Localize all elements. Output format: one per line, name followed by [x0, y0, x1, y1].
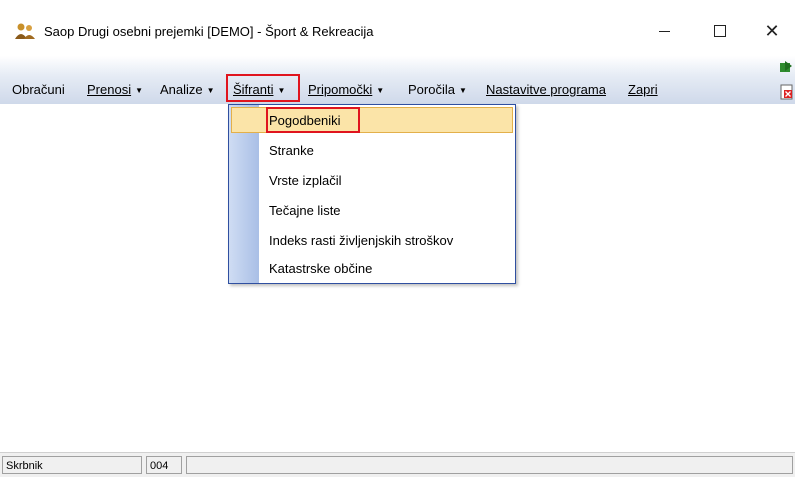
menu-porocila[interactable]: Poročila ▼	[408, 82, 467, 97]
sifranti-dropdown: Pogodbeniki Stranke Vrste izplačil Tečaj…	[228, 104, 516, 284]
menu-label: Analize	[160, 82, 203, 97]
minimize-icon	[658, 30, 670, 32]
status-code: 004	[146, 456, 182, 474]
status-user: Skrbnik	[2, 456, 142, 474]
menu-pripomocki[interactable]: Pripomočki ▼	[308, 82, 384, 97]
chevron-down-icon: ▼	[376, 86, 385, 95]
maximize-icon	[714, 25, 726, 37]
menu-nastavitve-programa[interactable]: Nastavitve programa	[486, 82, 606, 97]
menu-prenosi[interactable]: Prenosi ▼	[87, 82, 143, 97]
chevron-down-icon: ▼	[458, 86, 467, 95]
dropdown-item-stranke[interactable]: Stranke	[269, 143, 314, 158]
menu-analize[interactable]: Analize ▼	[160, 82, 215, 97]
people-icon	[15, 23, 35, 39]
status-message	[186, 456, 793, 474]
green-arrow-icon[interactable]	[779, 60, 793, 74]
close-icon: ✕	[764, 20, 780, 41]
dropdown-item-pogodbeniki[interactable]: Pogodbeniki	[269, 113, 341, 128]
menu-zapri[interactable]: Zapri	[628, 82, 658, 97]
window-title: Saop Drugi osebni prejemki [DEMO] - Špor…	[44, 24, 374, 39]
dropdown-item-indeks-rasti[interactable]: Indeks rasti življenjskih stroškov	[269, 233, 453, 248]
menu-label: Nastavitve programa	[486, 82, 606, 97]
menu-label: Zapri	[628, 82, 658, 97]
chevron-down-icon: ▼	[135, 86, 143, 95]
menu-label: Pripomočki	[308, 82, 373, 97]
dropdown-item-tecajne-liste[interactable]: Tečajne liste	[269, 203, 341, 218]
maximize-button[interactable]	[700, 16, 740, 46]
menu-label: Prenosi	[87, 82, 132, 97]
title-bar: Saop Drugi osebni prejemki [DEMO] - Špor…	[0, 0, 795, 56]
document-close-icon[interactable]	[780, 84, 794, 100]
menu-label: Obračuni	[12, 82, 65, 97]
menu-label: Poročila	[408, 82, 455, 97]
menu-highlight-frame	[226, 74, 300, 102]
dropdown-item-katastrske-obcine[interactable]: Katastrske občine	[269, 261, 372, 276]
chevron-down-icon: ▼	[206, 86, 215, 95]
menu-obracuni[interactable]: Obračuni	[12, 82, 65, 97]
minimize-button[interactable]	[644, 16, 684, 46]
close-button[interactable]: ✕	[752, 16, 792, 46]
dropdown-item-vrste-izplacil[interactable]: Vrste izplačil	[269, 173, 341, 188]
menu-bar: Obračuni Prenosi ▼ Analize ▼ Šifranti ▼ Pri…	[0, 56, 795, 104]
status-bar: Skrbnik 004	[0, 452, 795, 477]
